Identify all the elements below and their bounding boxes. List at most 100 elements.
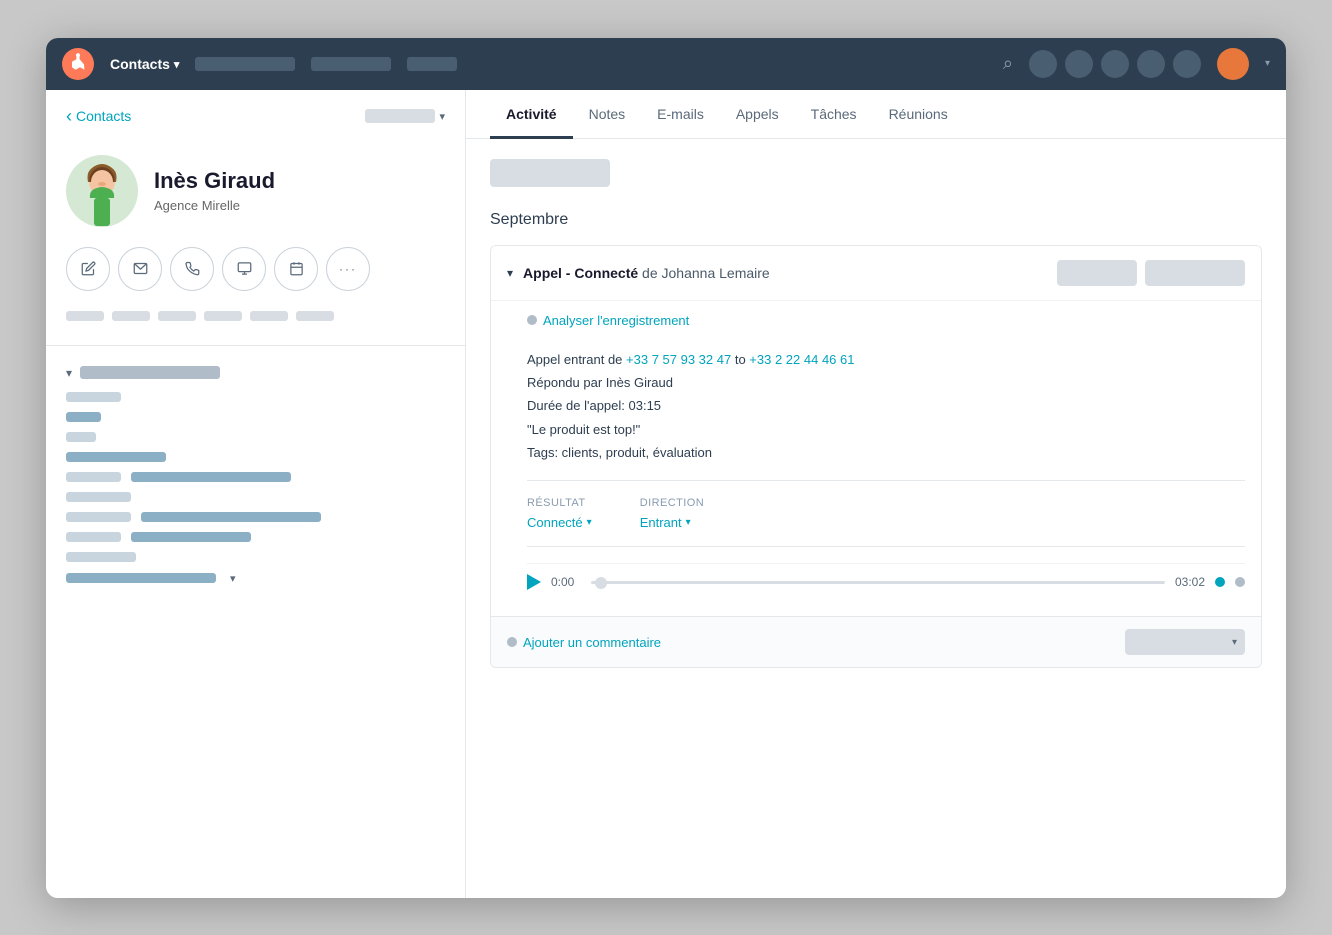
audio-progress-track[interactable] — [591, 581, 1165, 584]
prop-chevron-icon: ▾ — [230, 572, 236, 585]
edit-button[interactable] — [66, 247, 110, 291]
top-nav: Contacts ▾ ⌕ ▾ — [46, 38, 1286, 90]
card-section-divider-2 — [527, 546, 1245, 547]
prop-value — [131, 532, 251, 542]
prop-label — [66, 512, 131, 522]
contact-info: Inès Giraud Agence Mirelle — [154, 168, 275, 212]
label-screen — [204, 311, 242, 321]
tab-emails[interactable]: E-mails — [641, 90, 720, 139]
nav-placeholder-2 — [311, 57, 391, 71]
section-chevron-icon[interactable]: ▾ — [66, 366, 72, 380]
direction-dropdown[interactable]: Entrant ▾ — [640, 515, 704, 530]
audio-time-start: 0:00 — [551, 575, 581, 589]
screen-button[interactable] — [222, 247, 266, 291]
nav-icon-2[interactable] — [1065, 50, 1093, 78]
contact-profile: Inès Giraud Agence Mirelle — [46, 139, 465, 247]
label-calendar — [250, 311, 288, 321]
audio-player: 0:00 03:02 — [527, 563, 1245, 600]
sidebar-divider — [46, 345, 465, 346]
calendar-button[interactable] — [274, 247, 318, 291]
nav-placeholder-3 — [407, 57, 457, 71]
phone-to[interactable]: +33 2 22 44 46 61 — [749, 352, 854, 367]
header-chevron-icon: ▾ — [439, 110, 445, 123]
sidebar-header: Contacts ▾ — [46, 90, 465, 139]
direction-label: Direction — [640, 497, 704, 509]
nav-icon-5[interactable] — [1173, 50, 1201, 78]
property-row — [66, 392, 445, 402]
section-title — [80, 366, 220, 379]
analyze-dot-icon — [527, 315, 537, 325]
right-content: Activité Notes E-mails Appels Tâches Réu… — [466, 90, 1286, 898]
label-edit — [66, 311, 104, 321]
action-labels — [46, 311, 465, 337]
avatar-chevron-icon: ▾ — [1265, 58, 1270, 69]
properties-section: ▾ — [46, 354, 465, 607]
tab-reunions[interactable]: Réunions — [873, 90, 964, 139]
tab-taches[interactable]: Tâches — [795, 90, 873, 139]
prop-label — [66, 392, 121, 402]
direction-col: Direction Entrant ▾ — [640, 497, 704, 530]
property-row — [66, 512, 445, 522]
email-button[interactable] — [118, 247, 162, 291]
card-header-actions — [1057, 260, 1245, 286]
more-button[interactable]: ··· — [326, 247, 370, 291]
main-layout: Contacts ▾ — [46, 90, 1286, 898]
audio-progress-thumb[interactable] — [595, 577, 607, 589]
result-chevron-icon: ▾ — [587, 517, 592, 528]
card-status-dropdown[interactable] — [1057, 260, 1137, 286]
call-details: Appel entrant de +33 7 57 93 32 47 to +3… — [527, 348, 1245, 465]
search-icon[interactable]: ⌕ — [1003, 53, 1013, 74]
add-comment-row: Ajouter un commentaire ▾ — [491, 616, 1261, 667]
result-dropdown[interactable]: Connecté ▾ — [527, 515, 592, 530]
nav-icon-1[interactable] — [1029, 50, 1057, 78]
back-to-contacts[interactable]: Contacts — [66, 106, 131, 127]
action-buttons-row: ··· — [46, 247, 465, 311]
activity-card: ▾ Appel - Connecté de Johanna Lemaire — [490, 245, 1262, 669]
phone-button[interactable] — [170, 247, 214, 291]
prop-value — [66, 412, 101, 422]
header-action: ▾ — [365, 109, 445, 123]
filter-bar[interactable] — [490, 159, 610, 187]
prop-label — [66, 492, 131, 502]
label-phone — [158, 311, 196, 321]
duration-line: Durée de l'appel: 03:15 — [527, 394, 1245, 417]
nav-circles — [1029, 50, 1201, 78]
user-avatar[interactable] — [1217, 48, 1249, 80]
month-header: Septembre — [490, 211, 1262, 229]
add-comment-link[interactable]: Ajouter un commentaire — [507, 635, 661, 650]
avatar-illustration — [72, 162, 132, 227]
analyze-recording-link[interactable]: Analyser l'enregistrement — [527, 305, 1245, 336]
card-expand-icon[interactable]: ▾ — [507, 266, 513, 280]
card-title-bold: Appel - Connecté — [523, 265, 638, 281]
property-row — [66, 492, 445, 502]
nav-icon-4[interactable] — [1137, 50, 1165, 78]
audio-indicator-gray — [1235, 577, 1245, 587]
call-from-line: Appel entrant de +33 7 57 93 32 47 to +3… — [527, 348, 1245, 371]
comment-dot-icon — [507, 637, 517, 647]
nav-icon-3[interactable] — [1101, 50, 1129, 78]
nav-contacts[interactable]: Contacts ▾ — [110, 56, 179, 72]
nav-placeholder-1 — [195, 57, 295, 71]
label-email — [112, 311, 150, 321]
play-button[interactable] — [527, 574, 541, 590]
property-row: ▾ — [66, 572, 445, 585]
phone-from[interactable]: +33 7 57 93 32 47 — [626, 352, 731, 367]
property-row — [66, 432, 445, 442]
prop-label — [66, 552, 136, 562]
tab-appels[interactable]: Appels — [720, 90, 795, 139]
tab-notes[interactable]: Notes — [573, 90, 642, 139]
header-placeholder — [365, 109, 435, 123]
card-section-divider — [527, 480, 1245, 481]
contact-company: Agence Mirelle — [154, 198, 275, 213]
property-row — [66, 412, 445, 422]
card-action-pill[interactable] — [1145, 260, 1245, 286]
tab-activite[interactable]: Activité — [490, 90, 573, 139]
prop-value — [131, 472, 291, 482]
contact-avatar — [66, 155, 138, 227]
tags-line: Tags: clients, produit, évaluation — [527, 441, 1245, 464]
browser-window: Contacts ▾ ⌕ ▾ Contacts ▾ — [46, 38, 1286, 898]
audio-time-end: 03:02 — [1175, 575, 1205, 589]
result-label: Résultat — [527, 497, 592, 509]
comment-dropdown[interactable]: ▾ — [1125, 629, 1245, 655]
contact-name: Inès Giraud — [154, 168, 275, 194]
